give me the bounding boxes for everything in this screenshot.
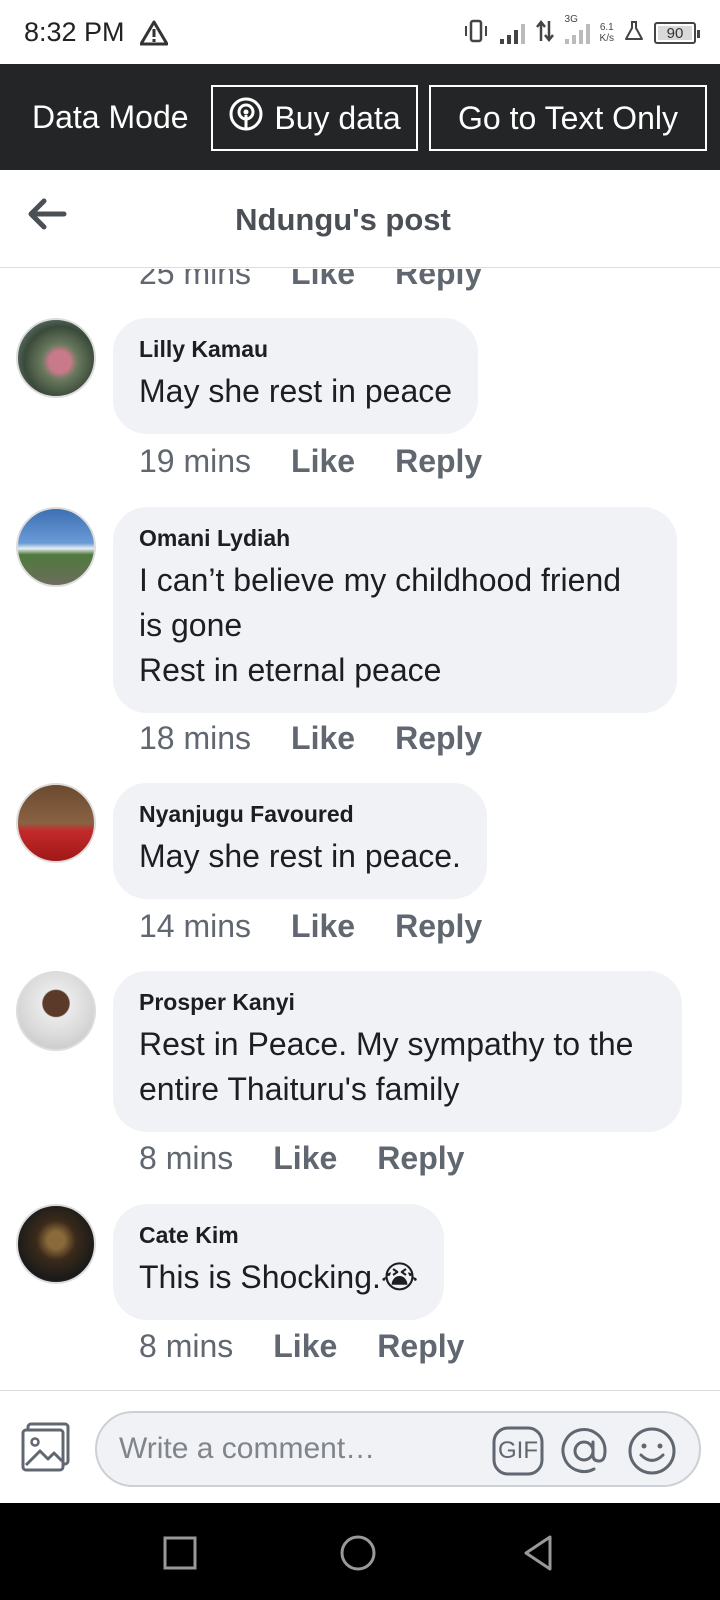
data-arrows-icon bbox=[535, 19, 555, 48]
comment-author[interactable]: Cate Kim bbox=[139, 1222, 418, 1249]
avatar[interactable] bbox=[16, 318, 96, 398]
gif-label: GIF bbox=[498, 1437, 538, 1464]
comment-time: 25 mins bbox=[139, 269, 252, 291]
comment-author[interactable]: Omani Lydiah bbox=[139, 525, 651, 552]
reply-link[interactable]: Reply bbox=[395, 720, 482, 757]
comment-text: This is Shocking.😭 bbox=[139, 1259, 419, 1295]
like-link[interactable]: Like bbox=[273, 1140, 337, 1177]
data-mode-label: Data Mode bbox=[32, 99, 189, 135]
network-type: 3G bbox=[564, 14, 578, 25]
comment-composer: GIF bbox=[0, 1390, 720, 1503]
comment-time: 8 mins bbox=[139, 1140, 234, 1176]
comment-time: 19 mins bbox=[139, 443, 252, 479]
comment-meta: 18 mins Like Reply bbox=[139, 720, 522, 757]
photo-icon[interactable] bbox=[20, 1421, 72, 1473]
battery-icon: 90 bbox=[654, 22, 700, 44]
system-nav-bar bbox=[0, 1503, 720, 1600]
comment-bubble: Cate Kim This is Shocking.😭 bbox=[113, 1204, 445, 1320]
like-link[interactable]: Like bbox=[291, 443, 355, 480]
signal-icon bbox=[499, 22, 525, 44]
recents-square-icon[interactable] bbox=[160, 1533, 200, 1573]
comment-bubble: Omani Lydiah I can’t believe my childhoo… bbox=[113, 507, 677, 713]
comment-meta: 19 mins Like Reply bbox=[139, 443, 522, 480]
reply-link[interactable]: Reply bbox=[377, 1328, 464, 1365]
flask-icon bbox=[624, 20, 644, 47]
like-link[interactable]: Like bbox=[291, 908, 355, 945]
status-indicators: 3G 6.1 K/s 90 bbox=[462, 14, 700, 48]
reply-link[interactable]: Reply bbox=[395, 908, 482, 945]
comment-meta: 8 mins Like Reply bbox=[139, 1328, 504, 1365]
comment-bubble: Nyanjugu Favoured May she rest in peace. bbox=[113, 783, 487, 899]
mention-icon[interactable] bbox=[559, 1426, 609, 1476]
gif-icon[interactable]: GIF bbox=[492, 1426, 544, 1476]
avatar[interactable] bbox=[16, 1204, 96, 1284]
comment-time: 14 mins bbox=[139, 908, 252, 944]
emoji-icon[interactable] bbox=[627, 1426, 677, 1476]
comment-text: May she rest in peace bbox=[139, 373, 453, 409]
warning-icon bbox=[139, 20, 169, 51]
text-only-button[interactable]: Go to Text Only bbox=[429, 85, 707, 151]
comment-meta: 25 mins Like Reply bbox=[139, 269, 522, 292]
comment-text: Rest in Peace. My sympathy to the entire… bbox=[139, 1026, 634, 1107]
signal-icon-secondary bbox=[564, 22, 590, 44]
network-speed: 6.1 K/s bbox=[599, 22, 614, 44]
comment-bubble: Lilly Kamau May she rest in peace bbox=[113, 318, 479, 434]
buy-data-label: Buy data bbox=[274, 99, 401, 136]
comment-bubble: Prosper Kanyi Rest in Peace. My sympathy… bbox=[113, 971, 682, 1132]
comment-text: May she rest in peace. bbox=[139, 838, 461, 874]
comments-feed[interactable]: 25 mins Like Reply Lilly Kamau May she r… bbox=[0, 269, 720, 1390]
status-bar: 8:32 PM 3G 6.1 K/s 90 bbox=[0, 0, 720, 64]
avatar[interactable] bbox=[16, 507, 96, 587]
status-time: 8:32 PM bbox=[24, 17, 125, 47]
vibrate-icon bbox=[462, 19, 490, 48]
avatar[interactable] bbox=[16, 971, 96, 1051]
comment-text: I can’t believe my childhood friend is g… bbox=[139, 562, 622, 688]
like-link[interactable]: Like bbox=[291, 720, 355, 757]
like-link[interactable]: Like bbox=[291, 269, 355, 292]
comment-author[interactable]: Lilly Kamau bbox=[139, 336, 452, 363]
comment-time: 18 mins bbox=[139, 720, 252, 756]
broadcast-icon bbox=[228, 96, 264, 140]
back-triangle-icon[interactable] bbox=[518, 1533, 558, 1573]
comment-meta: 8 mins Like Reply bbox=[139, 1140, 504, 1177]
comment-meta: 14 mins Like Reply bbox=[139, 908, 522, 945]
reply-link[interactable]: Reply bbox=[377, 1140, 464, 1177]
page-title: Ndungu's post bbox=[235, 202, 451, 237]
like-link[interactable]: Like bbox=[273, 1328, 337, 1365]
comment-input[interactable] bbox=[95, 1411, 701, 1487]
comment-author[interactable]: Prosper Kanyi bbox=[139, 989, 656, 1016]
comment-time: 8 mins bbox=[139, 1328, 234, 1364]
buy-data-button[interactable]: Buy data bbox=[211, 85, 418, 151]
post-header: Ndungu's post bbox=[0, 170, 720, 268]
data-mode-bar: Data Mode Buy data Go to Text Only bbox=[0, 64, 720, 170]
reply-link[interactable]: Reply bbox=[395, 269, 482, 292]
home-circle-icon[interactable] bbox=[338, 1533, 378, 1573]
reply-link[interactable]: Reply bbox=[395, 443, 482, 480]
avatar[interactable] bbox=[16, 783, 96, 863]
comment-author[interactable]: Nyanjugu Favoured bbox=[139, 801, 461, 828]
battery-level: 90 bbox=[666, 24, 684, 42]
